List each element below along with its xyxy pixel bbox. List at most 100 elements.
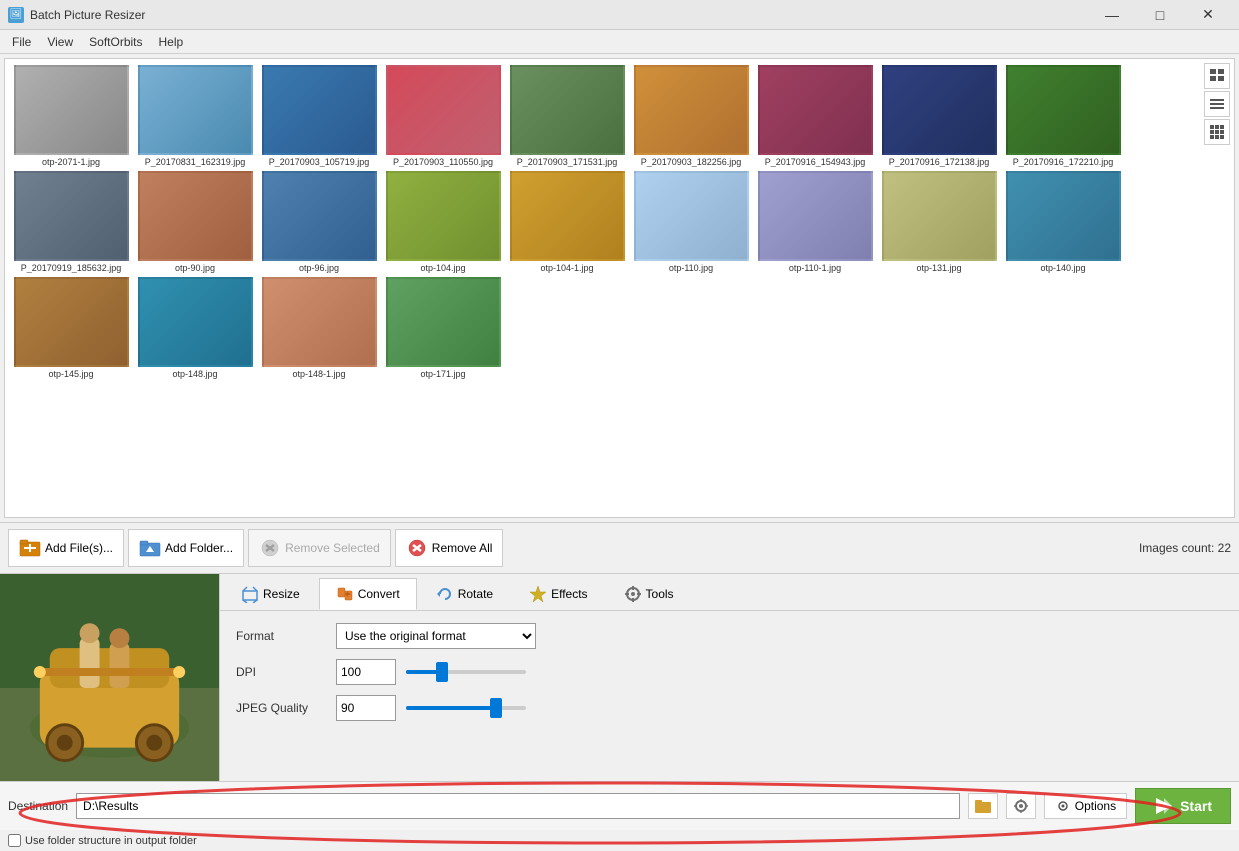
view-grid-icon[interactable] — [1204, 119, 1230, 145]
thumbnail-image — [14, 171, 129, 261]
list-item[interactable]: P_20170916_172210.jpg — [1003, 65, 1123, 167]
thumbnail-image — [882, 65, 997, 155]
list-item[interactable]: P_20170903_182256.jpg — [631, 65, 751, 167]
format-label: Format — [236, 629, 326, 643]
title-bar-controls: — □ ✕ — [1089, 0, 1231, 30]
menu-view[interactable]: View — [39, 33, 81, 51]
tab-resize[interactable]: Resize — [224, 578, 317, 610]
list-item[interactable]: otp-171.jpg — [383, 277, 503, 379]
app-window: 🖼 Batch Picture Resizer — □ ✕ File View … — [0, 0, 1239, 851]
jpeg-slider-track[interactable] — [406, 706, 526, 710]
destination-input[interactable] — [76, 793, 960, 819]
form-area: Format Use the original formatJPEGPNGBMP… — [220, 611, 1239, 781]
thumbnail-image — [262, 277, 377, 367]
list-item[interactable]: P_20170916_172138.jpg — [879, 65, 999, 167]
thumbnail-label: P_20170903_171531.jpg — [517, 157, 618, 167]
thumbnail-label: P_20170903_182256.jpg — [641, 157, 742, 167]
destination-browse-button[interactable] — [968, 793, 998, 819]
dpi-slider-track[interactable] — [406, 670, 526, 674]
list-item[interactable]: otp-110-1.jpg — [755, 171, 875, 273]
start-label: Start — [1180, 798, 1212, 814]
remove-all-icon — [406, 537, 428, 559]
menu-softorbits[interactable]: SoftOrbits — [81, 33, 150, 51]
thumbnail-label: otp-131.jpg — [916, 263, 961, 273]
list-item[interactable]: otp-148.jpg — [135, 277, 255, 379]
thumbnail-image — [262, 65, 377, 155]
preview-pane — [0, 574, 220, 781]
list-item[interactable]: otp-148-1.jpg — [259, 277, 379, 379]
dpi-input[interactable] — [336, 659, 396, 685]
convert-icon — [336, 585, 354, 603]
thumbnail-image — [1006, 171, 1121, 261]
format-select[interactable]: Use the original formatJPEGPNGBMPTIFFGIF — [336, 623, 536, 649]
thumbnail-image — [386, 277, 501, 367]
remove-selected-button[interactable]: Remove Selected — [248, 529, 391, 567]
list-item[interactable]: P_20170903_105719.jpg — [259, 65, 379, 167]
folder-structure-checkbox[interactable] — [8, 834, 21, 847]
thumbnail-image — [510, 65, 625, 155]
list-item[interactable]: P_20170903_110550.jpg — [383, 65, 503, 167]
list-item[interactable]: otp-140.jpg — [1003, 171, 1123, 273]
close-button[interactable]: ✕ — [1185, 0, 1231, 30]
view-list-icon[interactable] — [1204, 91, 1230, 117]
tab-bar: Resize Convert — [220, 574, 1239, 611]
thumbnail-label: otp-148.jpg — [172, 369, 217, 379]
tab-tools-label: Tools — [646, 587, 674, 601]
thumbnail-image — [758, 171, 873, 261]
destination-settings-button[interactable] — [1006, 793, 1036, 819]
thumbnail-label: P_20170831_162319.jpg — [145, 157, 246, 167]
list-item[interactable]: otp-110.jpg — [631, 171, 751, 273]
effects-icon — [529, 585, 547, 603]
tab-effects[interactable]: Effects — [512, 578, 604, 610]
tab-convert-label: Convert — [358, 587, 400, 601]
list-item[interactable]: otp-90.jpg — [135, 171, 255, 273]
thumbnail-image — [386, 65, 501, 155]
app-title: Batch Picture Resizer — [30, 8, 1089, 22]
jpeg-quality-input[interactable] — [336, 695, 396, 721]
settings-icon — [1012, 797, 1030, 815]
thumbnail-image — [138, 171, 253, 261]
thumbnail-label: otp-140.jpg — [1040, 263, 1085, 273]
remove-selected-icon — [259, 537, 281, 559]
list-item[interactable]: P_20170903_171531.jpg — [507, 65, 627, 167]
tab-rotate[interactable]: Rotate — [419, 578, 510, 610]
menu-help[interactable]: Help — [151, 33, 192, 51]
maximize-button[interactable]: □ — [1137, 0, 1183, 30]
list-item[interactable]: otp-104-1.jpg — [507, 171, 627, 273]
jpeg-quality-label: JPEG Quality — [236, 701, 326, 715]
dpi-slider-thumb[interactable] — [436, 662, 448, 682]
thumbnail-label: otp-171.jpg — [420, 369, 465, 379]
list-item[interactable]: P_20170916_154943.jpg — [755, 65, 875, 167]
list-item[interactable]: otp-131.jpg — [879, 171, 999, 273]
list-item[interactable]: otp-96.jpg — [259, 171, 379, 273]
add-files-button[interactable]: Add File(s)... — [8, 529, 124, 567]
add-folder-button[interactable]: Add Folder... — [128, 529, 244, 567]
thumbnail-image — [882, 171, 997, 261]
menu-file[interactable]: File — [4, 33, 39, 51]
tab-effects-label: Effects — [551, 587, 587, 601]
options-button[interactable]: Options — [1044, 793, 1127, 819]
title-bar: 🖼 Batch Picture Resizer — □ ✕ — [0, 0, 1239, 30]
minimize-button[interactable]: — — [1089, 0, 1135, 30]
thumbnail-label: P_20170903_110550.jpg — [393, 157, 493, 167]
destination-label: Destination — [8, 799, 68, 813]
menu-bar: File View SoftOrbits Help — [0, 30, 1239, 54]
thumbnail-label: otp-110.jpg — [669, 263, 713, 273]
tab-convert[interactable]: Convert — [319, 578, 417, 610]
thumbnail-image — [386, 171, 501, 261]
jpeg-slider-thumb[interactable] — [490, 698, 502, 718]
view-large-icon[interactable] — [1204, 63, 1230, 89]
list-item[interactable]: otp-2071-1.jpg — [11, 65, 131, 167]
tab-tools[interactable]: Tools — [607, 578, 691, 610]
thumbnail-label: P_20170916_172138.jpg — [889, 157, 990, 167]
thumbnail-label: P_20170903_105719.jpg — [269, 157, 370, 167]
start-arrow-icon — [1154, 797, 1174, 815]
list-item[interactable]: otp-145.jpg — [11, 277, 131, 379]
list-item[interactable]: P_20170831_162319.jpg — [135, 65, 255, 167]
remove-all-button[interactable]: Remove All — [395, 529, 504, 567]
list-item[interactable]: otp-104.jpg — [383, 171, 503, 273]
dpi-label: DPI — [236, 665, 326, 679]
start-button[interactable]: Start — [1135, 788, 1231, 824]
list-item[interactable]: P_20170919_185632.jpg — [11, 171, 131, 273]
preview-image — [0, 574, 219, 781]
